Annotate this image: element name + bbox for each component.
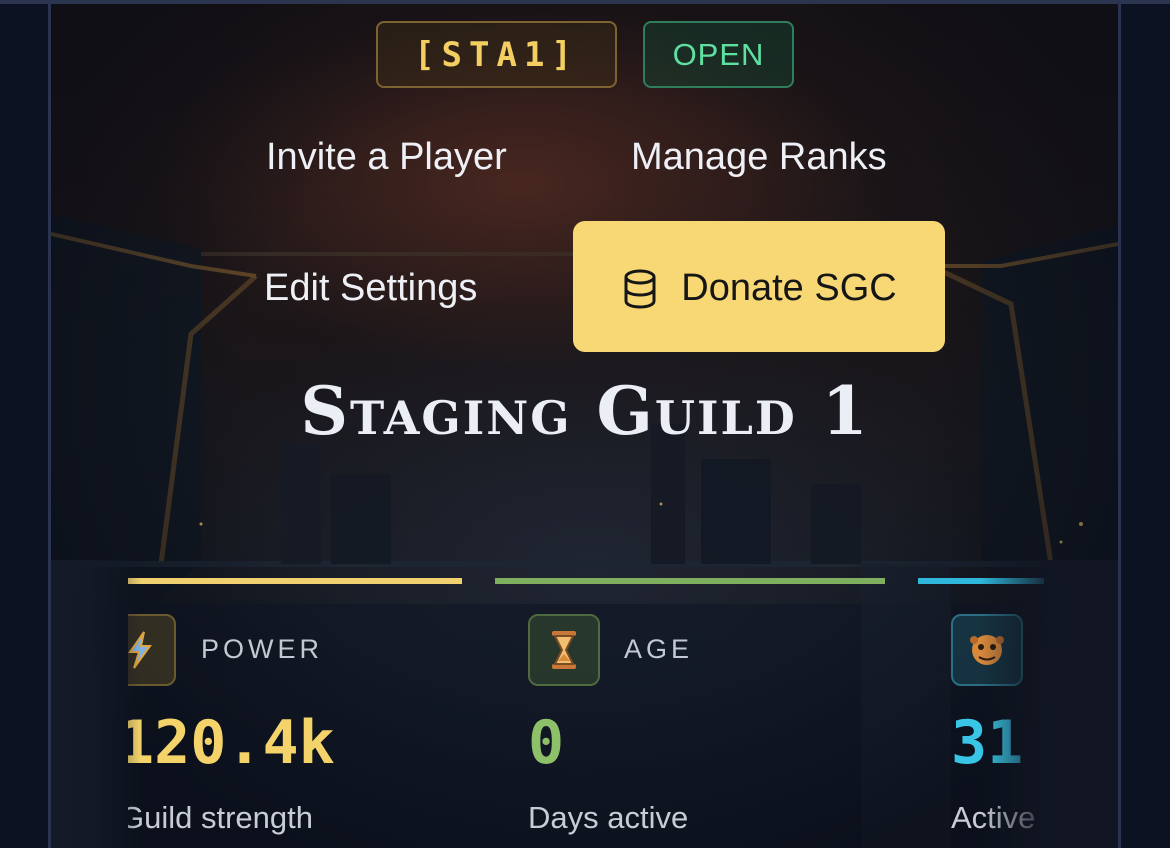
carousel-left-fade xyxy=(51,560,141,848)
stat-label: POWER xyxy=(201,634,324,664)
donate-sgc-button[interactable]: Donate SGC xyxy=(573,221,945,352)
stat-caption: Guild strength xyxy=(128,800,313,835)
stat-label: AGE xyxy=(624,634,694,664)
recruitment-status-badge: OPEN xyxy=(643,21,794,88)
stat-value: 120.4k xyxy=(128,708,335,778)
invite-player-button[interactable]: Invite a Player xyxy=(266,138,507,176)
guild-page: [STA1] OPEN Invite a Player Manage Ranks… xyxy=(0,0,1170,848)
guild-name-title: Staging Guild 1 xyxy=(300,372,870,450)
donate-label: Donate SGC xyxy=(681,267,897,309)
coins-icon xyxy=(621,269,659,309)
stat-accent-bar xyxy=(495,578,885,584)
manage-ranks-button[interactable]: Manage Ranks xyxy=(631,138,887,176)
stat-card-power: POWER 120.4k Guild strength xyxy=(128,578,462,848)
stat-accent-bar xyxy=(128,578,462,584)
stat-caption: Days active xyxy=(528,800,689,835)
stat-card-age: AGE 0 Days active xyxy=(495,578,885,848)
guild-tag-badge: [STA1] xyxy=(376,21,617,88)
stat-value: 0 xyxy=(528,708,565,778)
hourglass-icon xyxy=(528,614,600,686)
edit-settings-button[interactable]: Edit Settings xyxy=(264,269,477,307)
carousel-right-fade xyxy=(980,560,1118,848)
